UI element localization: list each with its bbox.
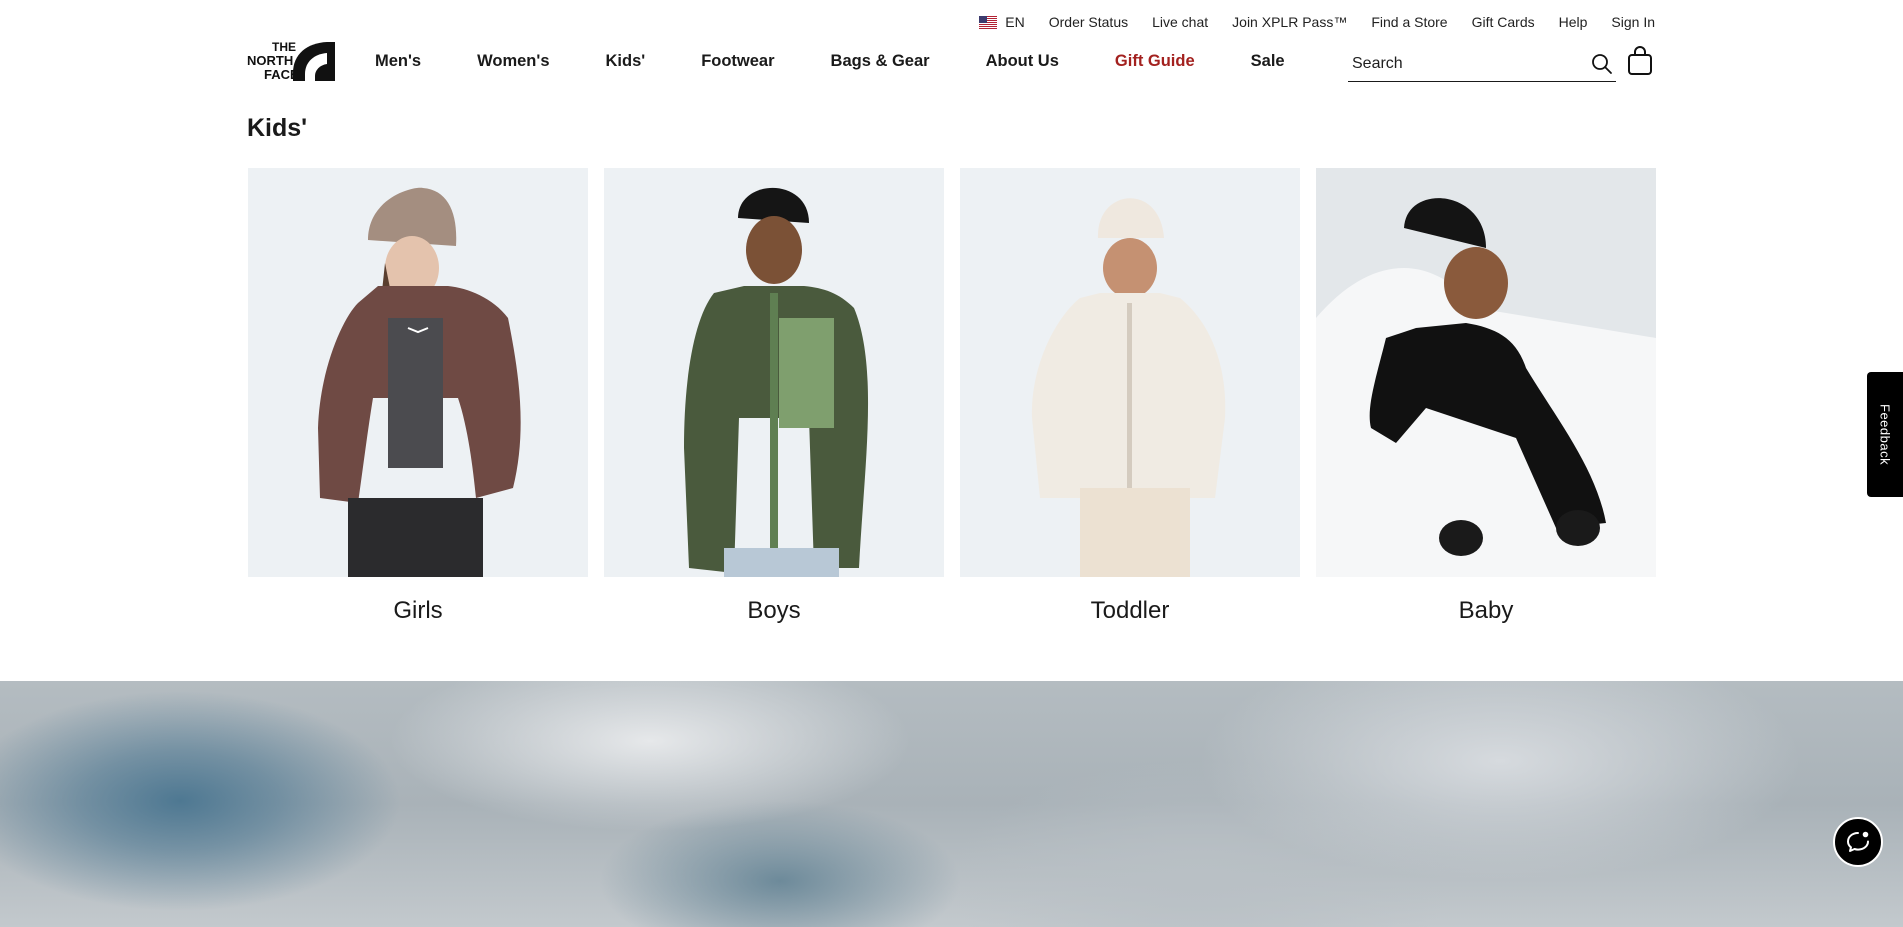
search-input[interactable] bbox=[1348, 54, 1590, 73]
svg-text:THE: THE bbox=[272, 40, 296, 54]
chat-button[interactable] bbox=[1833, 817, 1883, 867]
svg-text:FACE: FACE bbox=[264, 67, 299, 82]
category-label: Baby bbox=[1458, 597, 1514, 624]
us-flag-icon bbox=[979, 15, 998, 29]
toddler-model-photo bbox=[960, 168, 1300, 577]
live-chat-link[interactable]: Live chat bbox=[1152, 14, 1208, 30]
gift-cards-link[interactable]: Gift Cards bbox=[1472, 14, 1535, 30]
shopping-bag-icon[interactable] bbox=[1627, 46, 1653, 76]
category-grid: Girls Boys Toddler Baby bbox=[248, 168, 1656, 625]
nav-bags-gear[interactable]: Bags & Gear bbox=[831, 52, 930, 71]
utility-nav: EN Order Status Live chat Join XPLR Pass… bbox=[979, 14, 1655, 30]
order-status-link[interactable]: Order Status bbox=[1049, 14, 1128, 30]
search-icon[interactable] bbox=[1590, 52, 1614, 76]
nav-about-us[interactable]: About Us bbox=[986, 52, 1059, 71]
section-title: Kids' bbox=[247, 114, 308, 142]
find-a-store-link[interactable]: Find a Store bbox=[1371, 14, 1447, 30]
join-xplr-pass-link[interactable]: Join XPLR Pass™ bbox=[1232, 14, 1347, 30]
boy-model-photo bbox=[604, 168, 944, 577]
feedback-tab[interactable]: Feedback bbox=[1867, 372, 1903, 497]
nav-mens[interactable]: Men's bbox=[375, 52, 421, 71]
nav-womens[interactable]: Women's bbox=[477, 52, 549, 71]
search-bar bbox=[1348, 46, 1616, 82]
category-card-baby[interactable]: Baby bbox=[1316, 168, 1656, 625]
nav-sale[interactable]: Sale bbox=[1251, 52, 1285, 71]
help-link[interactable]: Help bbox=[1559, 14, 1588, 30]
language-selector[interactable]: EN bbox=[979, 14, 1025, 30]
category-label: Toddler bbox=[1090, 597, 1170, 624]
main-nav: Men's Women's Kids' Footwear Bags & Gear… bbox=[375, 52, 1285, 71]
category-label: Boys bbox=[747, 597, 801, 624]
baby-model-photo bbox=[1316, 168, 1656, 577]
nav-kids[interactable]: Kids' bbox=[606, 52, 646, 71]
language-label: EN bbox=[1005, 14, 1025, 30]
chat-bubble-icon bbox=[1847, 831, 1869, 852]
category-label: Girls bbox=[393, 597, 443, 624]
the-north-face-logo[interactable]: THE NORTH FACE bbox=[247, 40, 335, 82]
category-card-girls[interactable]: Girls bbox=[248, 168, 588, 625]
category-card-boys[interactable]: Boys bbox=[604, 168, 944, 625]
nav-footwear[interactable]: Footwear bbox=[701, 52, 774, 71]
feedback-label: Feedback bbox=[1877, 403, 1893, 466]
svg-text:NORTH: NORTH bbox=[247, 53, 293, 68]
category-card-toddler[interactable]: Toddler bbox=[960, 168, 1300, 625]
hero-banner-image bbox=[0, 681, 1903, 927]
girl-model-photo bbox=[248, 168, 588, 577]
sign-in-link[interactable]: Sign In bbox=[1611, 14, 1655, 30]
nav-gift-guide[interactable]: Gift Guide bbox=[1115, 52, 1195, 71]
